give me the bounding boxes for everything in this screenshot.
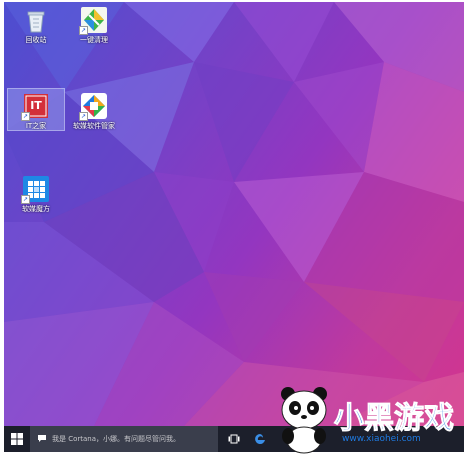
edge-browser-button[interactable] (248, 426, 272, 452)
cortana-bubble-icon (37, 434, 47, 445)
panda-mascot-icon (281, 387, 327, 454)
desktop-icon-ithome[interactable]: IT ↗ IT之家 (7, 88, 65, 131)
start-button[interactable] (4, 426, 30, 452)
edge-browser-icon (255, 434, 265, 444)
shortcut-arrow-icon: ↗ (21, 195, 30, 204)
cortana-search-box[interactable]: 我是 Cortana，小娜。有问题尽管问我。 (30, 426, 218, 452)
watermark-title: 小黑游戏 (334, 401, 454, 436)
desktop-icon-label: 回收站 (25, 36, 47, 44)
ithome-logo-text: IT (30, 99, 42, 112)
shortcut-arrow-icon: ↗ (79, 112, 88, 121)
software-manager-icon: ↗ (79, 92, 108, 121)
task-view-button[interactable] (222, 426, 246, 452)
desktop-icon-label: 一键清理 (80, 36, 108, 44)
watermark-logo: 小黑游戏 www.xiaohei.com (281, 387, 455, 454)
desktop-icon-rubik-cube[interactable]: ↗ 软媒魔方 (8, 175, 64, 214)
desktop-icon-label: 软媒软件管家 (73, 122, 115, 130)
desktop[interactable]: 回收站 ↗ 一键清理 IT ↗ IT之家 ↗ 软媒软件管家 ↗ 软媒魔方 (4, 2, 464, 426)
desktop-icon-label: 软媒魔方 (22, 205, 50, 213)
desktop-icon-recycle-bin[interactable]: 回收站 (8, 6, 64, 45)
recycle-bin-icon (22, 6, 50, 34)
shortcut-arrow-icon: ↗ (21, 112, 30, 121)
ithome-logo-icon: IT ↗ (21, 92, 50, 121)
wallpaper-facets (4, 2, 464, 426)
rubik-cube-icon: ↗ (21, 175, 50, 204)
desktop-icon-one-click-clean[interactable]: ↗ 一键清理 (66, 6, 122, 45)
windows-logo-icon (11, 433, 23, 445)
desktop-icon-label: IT之家 (25, 122, 47, 130)
desktop-icon-software-manager[interactable]: ↗ 软媒软件管家 (66, 92, 122, 131)
broom-clean-icon: ↗ (79, 6, 108, 35)
task-view-icon (228, 434, 240, 444)
watermark-url: www.xiaohei.com (342, 434, 421, 444)
shortcut-arrow-icon: ↗ (79, 26, 88, 35)
cortana-search-placeholder: 我是 Cortana，小娜。有问题尽管问我。 (52, 435, 181, 443)
